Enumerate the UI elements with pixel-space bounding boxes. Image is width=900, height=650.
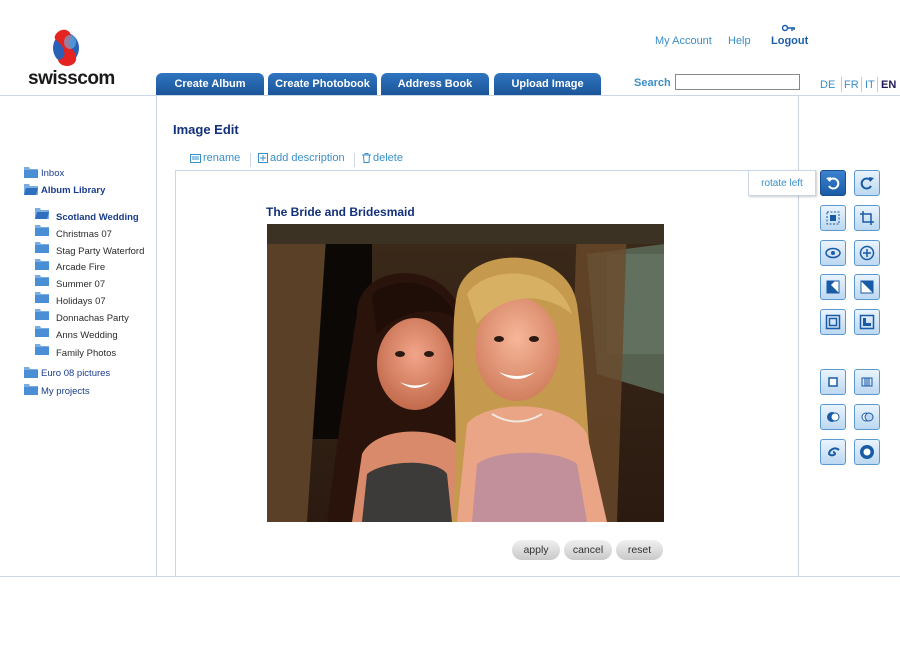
folder-open-icon — [35, 208, 49, 219]
lang-divider — [841, 77, 842, 92]
sidebar-album-christmas-07[interactable]: Christmas 07 — [56, 229, 112, 240]
folder-icon — [35, 309, 49, 320]
folder-icon — [35, 259, 49, 270]
red-eye-icon — [825, 247, 841, 259]
frame-button[interactable] — [820, 309, 846, 335]
delete-label: delete — [373, 152, 403, 164]
sidebar-album-stag-party-waterford[interactable]: Stag Party Waterford — [56, 246, 144, 257]
rotate-left-icon — [826, 177, 840, 190]
folder-icon — [24, 384, 38, 395]
vignette-icon — [860, 445, 874, 459]
swisscom-logo-icon — [53, 29, 79, 67]
sidebar-item-inbox[interactable]: Inbox — [41, 168, 64, 179]
zoom-button[interactable] — [854, 240, 880, 266]
rotate-right-icon — [860, 177, 874, 190]
logo-text: swisscom — [28, 68, 115, 89]
red-eye-button[interactable] — [820, 240, 846, 266]
add-icon — [258, 153, 268, 164]
header-divider — [0, 95, 900, 96]
sidebar-album-family-photos[interactable]: Family Photos — [56, 348, 116, 359]
folder-icon — [35, 292, 49, 303]
blur-button[interactable] — [854, 404, 880, 430]
add-description-label: add description — [270, 152, 345, 164]
lang-fr[interactable]: FR — [844, 79, 859, 91]
tab-upload-image[interactable]: Upload Image — [494, 73, 601, 95]
search-label: Search — [634, 77, 671, 89]
crop-icon — [826, 211, 840, 225]
blur-icon — [861, 412, 874, 422]
logout-link[interactable]: Logout — [771, 35, 808, 47]
cancel-button[interactable]: cancel — [564, 540, 612, 560]
my-account-link[interactable]: My Account — [655, 35, 712, 47]
sidebar-album-holidays-07[interactable]: Holidays 07 — [56, 296, 106, 307]
crop-button[interactable] — [820, 205, 846, 231]
folder-icon — [35, 225, 49, 236]
folder-icon — [35, 275, 49, 286]
swirl-icon — [827, 447, 840, 457]
apply-button[interactable]: apply — [512, 540, 560, 560]
sidebar-item-album-library[interactable]: Album Library — [41, 185, 105, 196]
contrast-icon — [860, 280, 874, 294]
lang-en[interactable]: EN — [881, 79, 896, 91]
shadow-icon — [859, 314, 875, 330]
lang-it[interactable]: IT — [865, 79, 875, 91]
action-divider — [354, 153, 355, 167]
sidebar-album-arcade-fire[interactable]: Arcade Fire — [56, 262, 105, 273]
tab-create-photobook[interactable]: Create Photobook — [268, 73, 377, 95]
film-icon — [861, 377, 873, 387]
lang-de[interactable]: DE — [820, 79, 835, 91]
photo-image — [267, 224, 664, 522]
tab-address-book[interactable]: Address Book — [381, 73, 489, 95]
rotate-left-button[interactable] — [820, 170, 846, 196]
border-icon — [828, 377, 838, 387]
vignette-button[interactable] — [854, 439, 880, 465]
folder-icon — [24, 367, 38, 378]
folder-open-icon — [24, 184, 38, 195]
add-description-action[interactable]: add description — [258, 152, 345, 164]
reset-button[interactable]: reset — [616, 540, 663, 560]
folder-icon — [35, 242, 49, 253]
sepia-icon — [827, 412, 840, 422]
swirl-button[interactable] — [820, 439, 846, 465]
rename-icon — [190, 153, 201, 163]
rotate-right-button[interactable] — [854, 170, 880, 196]
sepia-button[interactable] — [820, 404, 846, 430]
folder-icon — [24, 167, 38, 178]
sidebar-album-scotland-wedding[interactable]: Scotland Wedding — [56, 212, 139, 223]
edited-photo[interactable] — [267, 224, 664, 522]
shadow-button[interactable] — [854, 309, 880, 335]
search-input[interactable] — [675, 74, 800, 90]
sidebar-album-anns-wedding[interactable]: Anns Wedding — [56, 330, 118, 341]
sidebar-album-donnachas-party[interactable]: Donnachas Party — [56, 313, 129, 324]
frame-icon — [825, 314, 841, 330]
contrast-button[interactable] — [854, 274, 880, 300]
key-icon — [782, 24, 795, 32]
image-title: The Bride and Bridesmaid — [266, 205, 415, 219]
rename-action[interactable]: rename — [190, 152, 240, 164]
sidebar-album-summer-07[interactable]: Summer 07 — [56, 279, 105, 290]
film-button[interactable] — [854, 369, 880, 395]
trash-icon — [362, 153, 371, 164]
brightness-button[interactable] — [820, 274, 846, 300]
page-title: Image Edit — [173, 122, 239, 137]
rename-label: rename — [203, 152, 241, 164]
delete-action[interactable]: delete — [362, 152, 403, 164]
resize-button[interactable] — [854, 205, 880, 231]
lang-divider — [877, 77, 878, 92]
tooltip: rotate left — [748, 170, 816, 196]
zoom-icon — [859, 245, 875, 261]
help-link[interactable]: Help — [728, 35, 751, 47]
brightness-icon — [826, 280, 840, 294]
tab-create-album[interactable]: Create Album — [156, 73, 264, 95]
folder-icon — [35, 326, 49, 337]
swisscom-logo[interactable]: swisscom — [22, 20, 122, 90]
sidebar-item-euro-08-pictures[interactable]: Euro 08 pictures — [41, 368, 110, 379]
border-button[interactable] — [820, 369, 846, 395]
sidebar-divider — [156, 95, 157, 577]
sidebar-item-my-projects[interactable]: My projects — [41, 386, 90, 397]
action-divider — [250, 153, 251, 167]
folder-icon — [35, 344, 49, 355]
lang-divider — [861, 77, 862, 92]
resize-icon — [860, 211, 874, 225]
